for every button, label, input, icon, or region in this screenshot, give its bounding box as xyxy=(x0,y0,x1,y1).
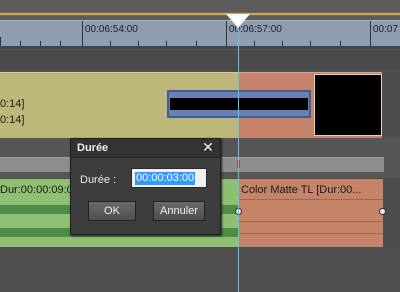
audio-clip-label: Dur:00:00:09:0 xyxy=(0,184,73,196)
selected-clip-thumbnail xyxy=(170,98,308,110)
keyframe-handle[interactable] xyxy=(379,208,386,215)
duration-label: Durée : xyxy=(80,174,117,186)
clip-divider-line xyxy=(238,199,383,200)
ruler-tick xyxy=(0,37,1,46)
track-empty-area xyxy=(0,248,400,292)
cancel-button[interactable]: Annuler xyxy=(153,201,205,221)
clip-thumbnail xyxy=(314,74,382,136)
ruler-bottom-edge xyxy=(0,46,400,49)
ruler-range-bar xyxy=(0,13,400,15)
duration-dialog: Durée ✕ Durée : 00:00:03:00 OK Annuler xyxy=(70,138,221,235)
ruler-time-label: 00:07 xyxy=(373,24,399,35)
playhead-handle-fill xyxy=(229,15,247,25)
track-gap xyxy=(0,50,400,70)
color-matte-clip-label: Color Matte TL [Dur:00... xyxy=(241,184,362,196)
duration-input-value: 00:00:03:00 xyxy=(135,172,196,185)
clip-time-label: 0:14] xyxy=(0,98,25,110)
ruler-tick xyxy=(370,21,371,46)
dialog-title: Durée xyxy=(77,142,109,154)
ruler-time-label: 00:06:54:00 xyxy=(85,24,138,35)
ruler-tick xyxy=(82,21,83,46)
ok-button[interactable]: OK xyxy=(88,201,136,221)
clip-divider-line xyxy=(238,221,383,222)
color-matte-clip-lower[interactable]: Color Matte TL [Dur:00... xyxy=(238,179,383,247)
close-icon[interactable]: ✕ xyxy=(201,140,215,155)
track-empty-area xyxy=(382,72,400,137)
ruler-timecode-area[interactable] xyxy=(0,20,400,47)
duration-input[interactable]: 00:00:03:00 xyxy=(131,168,207,188)
clip-time-label: 0:14] xyxy=(0,114,25,126)
playhead-line[interactable] xyxy=(238,16,239,292)
clip-divider-line xyxy=(238,233,383,234)
dialog-titlebar[interactable]: Durée ✕ xyxy=(71,139,220,158)
